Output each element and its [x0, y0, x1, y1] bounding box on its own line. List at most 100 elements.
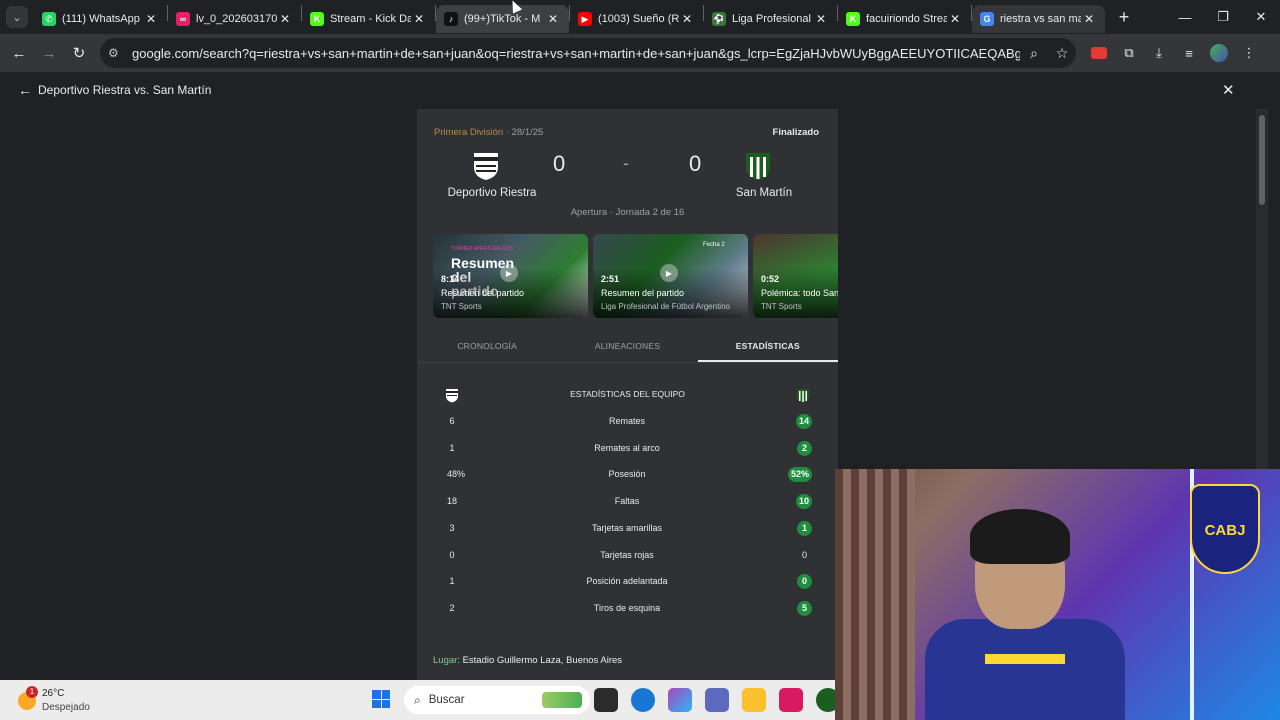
- webcam-person-hair: [970, 509, 1070, 564]
- match-status: Finalizado: [772, 127, 819, 138]
- address-bar[interactable]: ⚙ google.com/search?q=riestra+vs+san+mar…: [100, 38, 1076, 68]
- browser-tab[interactable]: ⚽ Liga Profesional ✕: [704, 5, 837, 33]
- browser-toolbar: ← → ↻ ⚙ google.com/search?q=riestra+vs+s…: [0, 34, 1280, 72]
- stat-label: Tarjetas amarillas: [591, 522, 663, 533]
- video-source: TNT Sports: [761, 302, 802, 311]
- reload-button[interactable]: ↻: [64, 38, 94, 68]
- video-card[interactable]: Fecha 2 ▶ 2:51 Resumen del partido Liga …: [593, 234, 748, 318]
- tab-favicon-icon: K: [310, 12, 324, 26]
- back-to-results-link[interactable]: ← Deportivo Riestra vs. San Martín: [18, 82, 211, 98]
- tab-timeline[interactable]: CRONOLOGÍA: [417, 335, 557, 362]
- stat-away-value: 1: [797, 520, 812, 536]
- close-tab-icon[interactable]: ✕: [545, 12, 561, 26]
- new-tab-button[interactable]: +: [1109, 7, 1139, 28]
- video-card[interactable]: TORNEO APERTURA 2025 Resumen del partido…: [433, 234, 588, 318]
- task-view-icon[interactable]: [594, 688, 618, 712]
- zoom-icon[interactable]: ⌕: [1020, 45, 1048, 62]
- home-team-name[interactable]: Deportivo Riestra: [422, 187, 562, 199]
- stat-home-value: 6: [449, 416, 455, 426]
- tab-title: (1003) Sueño (Re: [598, 13, 679, 25]
- stat-row: 2 Tiros de esquina 5: [417, 599, 838, 619]
- close-window-icon[interactable]: ✕: [1242, 0, 1280, 34]
- arrow-left-icon: ←: [18, 82, 32, 98]
- teams-icon[interactable]: [705, 688, 729, 712]
- close-tab-icon[interactable]: ✕: [813, 12, 829, 26]
- league-link[interactable]: Primera División: [434, 127, 503, 138]
- tab-stats[interactable]: ESTADÍSTICAS: [697, 335, 838, 362]
- home-score: 0: [553, 151, 566, 176]
- browser-tab[interactable]: ∞ lv_0_202603170 ✕: [168, 5, 301, 33]
- back-nav-button[interactable]: ←: [4, 38, 34, 68]
- stat-home-value: 18: [447, 496, 458, 507]
- webcam-wall-logo: CABJ: [1190, 484, 1260, 574]
- profile-avatar[interactable]: [1204, 38, 1234, 68]
- stat-row: 3 Tarjetas amarillas 1: [417, 519, 838, 539]
- play-icon[interactable]: ▶: [660, 264, 678, 282]
- tab-favicon-icon: ✆: [42, 12, 56, 26]
- close-tab-icon[interactable]: ✕: [277, 12, 293, 26]
- app-icon[interactable]: [779, 688, 803, 712]
- match-tabs: CRONOLOGÍA ALINEACIONES ESTADÍSTICAS: [417, 335, 838, 363]
- close-tab-icon[interactable]: ✕: [679, 12, 695, 26]
- venue-label: Lugar:: [433, 655, 460, 666]
- tab-title: facuiriondo Strea: [866, 13, 947, 25]
- browser-tab[interactable]: K Stream - Kick Da ✕: [302, 5, 435, 33]
- away-team-crest-icon[interactable]: [744, 149, 772, 181]
- video-overlay-small: Fecha 2: [703, 242, 725, 248]
- close-tab-icon[interactable]: ✕: [947, 12, 963, 26]
- copilot-icon[interactable]: [668, 688, 692, 712]
- file-explorer-icon[interactable]: [742, 688, 766, 712]
- browser-tab[interactable]: Griestra vs san ma ✕: [972, 5, 1105, 33]
- browser-tab[interactable]: ▶ (1003) Sueño (Re ✕: [570, 5, 703, 33]
- close-panel-icon[interactable]: ✕: [1222, 81, 1235, 99]
- download-icon[interactable]: ⤓: [1144, 38, 1174, 68]
- media-control-icon[interactable]: ≡: [1174, 38, 1204, 68]
- video-overlay-small: TORNEO APERTURA 2025: [451, 246, 513, 252]
- extension-red-icon[interactable]: [1084, 38, 1114, 68]
- match-meta: Primera División · 28/1/25: [434, 127, 543, 138]
- windows-start-icon[interactable]: [372, 690, 390, 708]
- extensions-puzzle-icon[interactable]: ⧉: [1114, 38, 1144, 68]
- tab-favicon-icon: K: [846, 12, 860, 26]
- tab-search-button[interactable]: ⌄: [0, 0, 34, 34]
- browser-tab[interactable]: ✆ (111) WhatsApp ✕: [34, 5, 167, 33]
- site-info-icon[interactable]: ⚙: [108, 46, 128, 60]
- close-tab-icon[interactable]: ✕: [411, 12, 427, 26]
- stat-label: Posición adelantada: [586, 576, 668, 587]
- search-highlight-image: [542, 692, 582, 708]
- browser-tab[interactable]: Kfacuiriondo Strea ✕: [838, 5, 971, 33]
- address-url[interactable]: google.com/search?q=riestra+vs+san+marti…: [132, 46, 1020, 61]
- forward-nav-button[interactable]: →: [34, 38, 64, 68]
- home-team-crest-icon[interactable]: [472, 149, 500, 181]
- stat-label: Faltas: [614, 496, 640, 507]
- play-icon[interactable]: ▶: [500, 264, 518, 282]
- stat-away-value: 14: [795, 414, 812, 429]
- close-tab-icon[interactable]: ✕: [143, 12, 159, 26]
- page-title: Deportivo Riestra vs. San Martín: [38, 83, 212, 97]
- stat-row: 6 Remates 14: [417, 412, 838, 432]
- scrollbar-thumb[interactable]: [1259, 115, 1265, 205]
- tab-title: lv_0_202603170: [196, 13, 277, 25]
- browser-tab[interactable]: ♪ (99+)TikTok - M ✕: [436, 5, 569, 33]
- edge-icon[interactable]: [631, 688, 655, 712]
- stat-row: 1 Remates al arco 2: [417, 439, 838, 459]
- browser-menu-icon[interactable]: ⋮: [1234, 38, 1264, 68]
- bookmark-star-icon[interactable]: ☆: [1048, 45, 1076, 62]
- venue-info: Lugar: Estadio Guillermo Laza, Buenos Ai…: [433, 655, 622, 666]
- taskbar-search[interactable]: ⌕ Buscar: [404, 686, 590, 714]
- chevron-down-icon: ⌄: [6, 6, 28, 28]
- stat-label: Tiros de esquina: [593, 602, 661, 613]
- away-score: 0: [689, 151, 702, 176]
- webcam-curtain: [835, 469, 915, 720]
- tab-lineups[interactable]: ALINEACIONES: [557, 335, 697, 362]
- video-title: Resumen del partido: [601, 288, 685, 298]
- window-controls: — ❐ ✕: [1166, 0, 1280, 34]
- minimize-icon[interactable]: —: [1166, 0, 1204, 34]
- maximize-icon[interactable]: ❐: [1204, 0, 1242, 34]
- video-duration: 2:51: [601, 274, 620, 284]
- away-team-name[interactable]: San Martín: [694, 187, 834, 199]
- tab-favicon-icon: ∞: [176, 12, 190, 26]
- weather-widget[interactable]: 1 26°C Despejado: [18, 686, 98, 714]
- video-card[interactable]: ▶ 0:52 Polémica: todo San TNT Sports: [753, 234, 838, 318]
- close-tab-icon[interactable]: ✕: [1081, 12, 1097, 26]
